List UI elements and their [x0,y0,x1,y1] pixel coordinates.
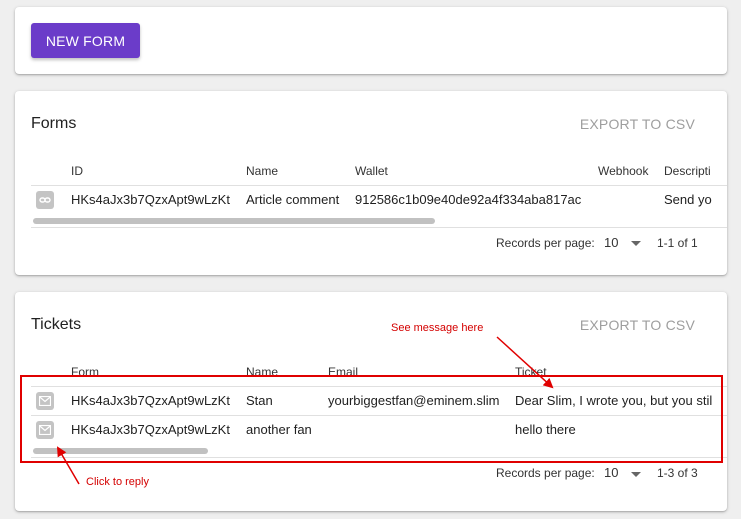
form-id: HKs4aJx3b7QzxApt9wLzKt [71,192,230,207]
table-row[interactable]: HKs4aJx3b7QzxApt9wLzKt Article comment 9… [31,185,727,214]
forms-card: Forms EXPORT TO CSV ID Name Wallet Webho… [15,91,727,275]
pagination-range: 1-3 of 3 [657,466,698,480]
new-form-button[interactable]: NEW FORM [31,23,140,58]
records-per-page-select[interactable]: 10 [604,235,618,250]
forms-title: Forms [31,115,77,132]
form-name: Article comment [246,192,340,207]
form-wallet: 912586c1b09e40de92a4f334aba817ac [355,192,582,207]
pagination-range: 1-1 of 1 [657,236,698,250]
form-description: Send yo [664,192,712,207]
records-per-page-label: Records per page: [496,466,595,480]
col-header-description[interactable]: Descripti [664,164,711,178]
click-reply-annotation: Click to reply [86,476,149,488]
records-per-page-select[interactable]: 10 [604,465,618,480]
col-header-id[interactable]: ID [71,164,83,178]
highlight-box [20,375,723,463]
col-header-webhook[interactable]: Webhook [598,164,648,178]
tickets-title: Tickets [31,316,82,333]
tickets-export-button[interactable]: EXPORT TO CSV [580,317,695,333]
see-message-annotation: See message here [391,322,484,334]
horizontal-scrollbar[interactable] [33,218,435,224]
chevron-down-icon[interactable] [631,472,641,477]
chevron-down-icon[interactable] [631,241,641,246]
link-icon[interactable] [36,191,54,209]
top-card: NEW FORM [15,7,727,74]
col-header-name[interactable]: Name [246,164,278,178]
col-header-wallet[interactable]: Wallet [355,164,388,178]
forms-table: ID Name Wallet Webhook Descripti HKs4aJx… [31,161,727,241]
divider [31,227,727,228]
records-per-page-label: Records per page: [496,236,595,250]
forms-export-button[interactable]: EXPORT TO CSV [580,116,695,132]
